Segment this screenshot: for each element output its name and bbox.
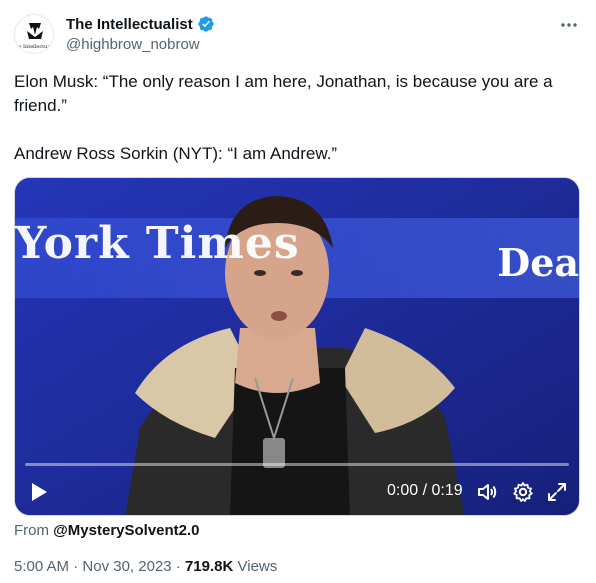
from-label: From <box>14 522 49 539</box>
views-count: 719.8K <box>184 558 234 575</box>
meta-separator: · <box>175 558 181 575</box>
tweet-line-2: Andrew Ross Sorkin (NYT): “I am Andrew.” <box>14 144 338 163</box>
gear-icon[interactable] <box>511 480 535 504</box>
source-handle-link[interactable]: @MysterySolvent2.0 <box>53 522 199 539</box>
avatar[interactable]: The Intellectualist <box>14 14 54 54</box>
more-icon[interactable] <box>558 16 580 34</box>
tweet-text: Elon Musk: “The only reason I am here, J… <box>14 70 574 166</box>
tweet-time[interactable]: 5:00 AM <box>14 558 69 575</box>
backdrop-right-text: Dea <box>497 240 579 285</box>
expand-icon[interactable] <box>545 480 569 504</box>
author-handle[interactable]: @highbrow_nobrow <box>66 36 215 53</box>
display-name[interactable]: The Intellectualist <box>66 16 193 33</box>
author-names: The Intellectualist @highbrow_nobrow <box>66 14 215 53</box>
avatar-logo: The Intellectualist <box>15 15 54 53</box>
video-time: 0:00 / 0:19 <box>387 482 463 499</box>
video-source: From @MysterySolvent2.0 <box>14 522 200 539</box>
tweet-line-1: Elon Musk: “The only reason I am here, J… <box>14 72 553 115</box>
video-player[interactable]: York Times Dea 0:00 / 0:19 <box>14 177 580 516</box>
backdrop-left-text: York Times <box>15 218 300 269</box>
verified-badge-icon[interactable] <box>197 15 215 33</box>
volume-icon[interactable] <box>475 480 499 504</box>
play-icon[interactable] <box>29 481 49 503</box>
meta-separator: · <box>73 558 79 575</box>
video-controls: 0:00 / 0:19 <box>15 469 579 515</box>
tweet-meta: 5:00 AM · Nov 30, 2023 · 719.8K Views <box>14 558 277 575</box>
tweet-date[interactable]: Nov 30, 2023 <box>82 558 171 575</box>
tweet-header: The Intellectualist The Intellectualist … <box>14 12 584 56</box>
views-label: Views <box>237 558 278 575</box>
progress-bar[interactable] <box>25 463 569 466</box>
svg-text:The Intellectualist: The Intellectualist <box>15 44 54 50</box>
